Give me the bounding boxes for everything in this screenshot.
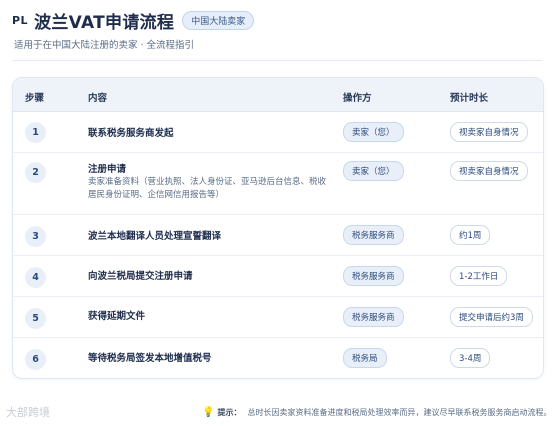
step-task: 等待税务局签发本地增值税号 (88, 353, 212, 364)
table-row: 6 等待税务局签发本地增值税号 税务局 3-4周 (13, 338, 543, 378)
operator-tag: 税务服务商 (343, 266, 404, 286)
table-row: 1 联系税务服务商发起 卖家（您） 视卖家自身情况 (13, 112, 543, 153)
page-title: 波兰VAT申请流程 (34, 13, 175, 33)
step-task: 联系税务服务商发起 (88, 128, 174, 139)
step-number: 6 (25, 349, 46, 370)
tip-label: 提示： (217, 408, 242, 417)
operator-tag: 税务服务商 (343, 307, 404, 327)
step-number: 2 (25, 162, 46, 183)
duration-tag: 3-4周 (450, 348, 491, 368)
duration-tag: 1-2工作日 (450, 266, 508, 286)
page-footer: 大部跨境 💡 提示： 总时长因卖家资料准备进度和税局处理效率而异，建议尽早联系税… (0, 404, 554, 424)
operator-tag: 卖家（您） (343, 122, 404, 142)
table-row: 4 向波兰税局提交注册申请 税务服务商 1-2工作日 (13, 256, 543, 297)
step-task: 注册申请 (88, 164, 127, 175)
duration-tag: 视卖家自身情况 (450, 122, 528, 142)
table-header: 步骤 内容 操作方 预计时长 (13, 78, 543, 112)
country-code: PL (12, 14, 29, 27)
duration-tag: 约1周 (450, 225, 491, 245)
tip-text: 总时长因卖家资料准备进度和税局处理效率而异，建议尽早联系税务服务商启动流程。 (247, 408, 552, 417)
table-row: 5 获得延期文件 税务服务商 提交申请后约3周 (13, 297, 543, 338)
page-header: PL 波兰VAT申请流程 中国大陆卖家 (12, 8, 255, 33)
duration-tag: 视卖家自身情况 (450, 161, 528, 181)
step-task: 获得延期文件 (88, 311, 146, 322)
duration-tag: 提交申请后约3周 (450, 307, 533, 327)
page-subtitle: 适用于在中国大陆注册的卖家 · 全流程指引 (14, 40, 195, 51)
column-header-duration: 预计时长 (450, 93, 489, 104)
step-task: 向波兰税局提交注册申请 (88, 271, 193, 282)
seller-type-badge: 中国大陆卖家 (182, 11, 255, 30)
operator-tag: 卖家（您） (343, 161, 404, 181)
step-number: 5 (25, 308, 46, 329)
column-header-operator: 操作方 (343, 93, 372, 104)
step-number: 3 (25, 226, 46, 247)
step-number: 4 (25, 267, 46, 288)
table-row: 3 波兰本地翻译人员处理宣誓翻译 税务服务商 约1周 (13, 215, 543, 256)
tip-note: 💡 提示： 总时长因卖家资料准备进度和税局处理效率而异，建议尽早联系税务服务商启… (202, 407, 551, 418)
step-number: 1 (25, 122, 46, 143)
column-header-content: 内容 (88, 93, 108, 104)
step-description: 卖家准备资料（营业执照、法人身份证、亚马逊后台信息、税收居民身份证明、企信网信用… (88, 177, 327, 200)
watermark: 大部跨境 (6, 406, 50, 419)
header-divider (12, 60, 542, 61)
process-table: 步骤 内容 操作方 预计时长 1 联系税务服务商发起 卖家（您） 视卖家自身情况… (12, 77, 544, 379)
column-header-step: 步骤 (25, 93, 45, 104)
step-task: 波兰本地翻译人员处理宣誓翻译 (88, 231, 222, 242)
operator-tag: 税务局 (343, 348, 387, 368)
lightbulb-icon: 💡 (202, 407, 215, 418)
table-row: 2 注册申请 卖家准备资料（营业执照、法人身份证、亚马逊后台信息、税收居民身份证… (13, 153, 543, 215)
operator-tag: 税务服务商 (343, 225, 404, 245)
